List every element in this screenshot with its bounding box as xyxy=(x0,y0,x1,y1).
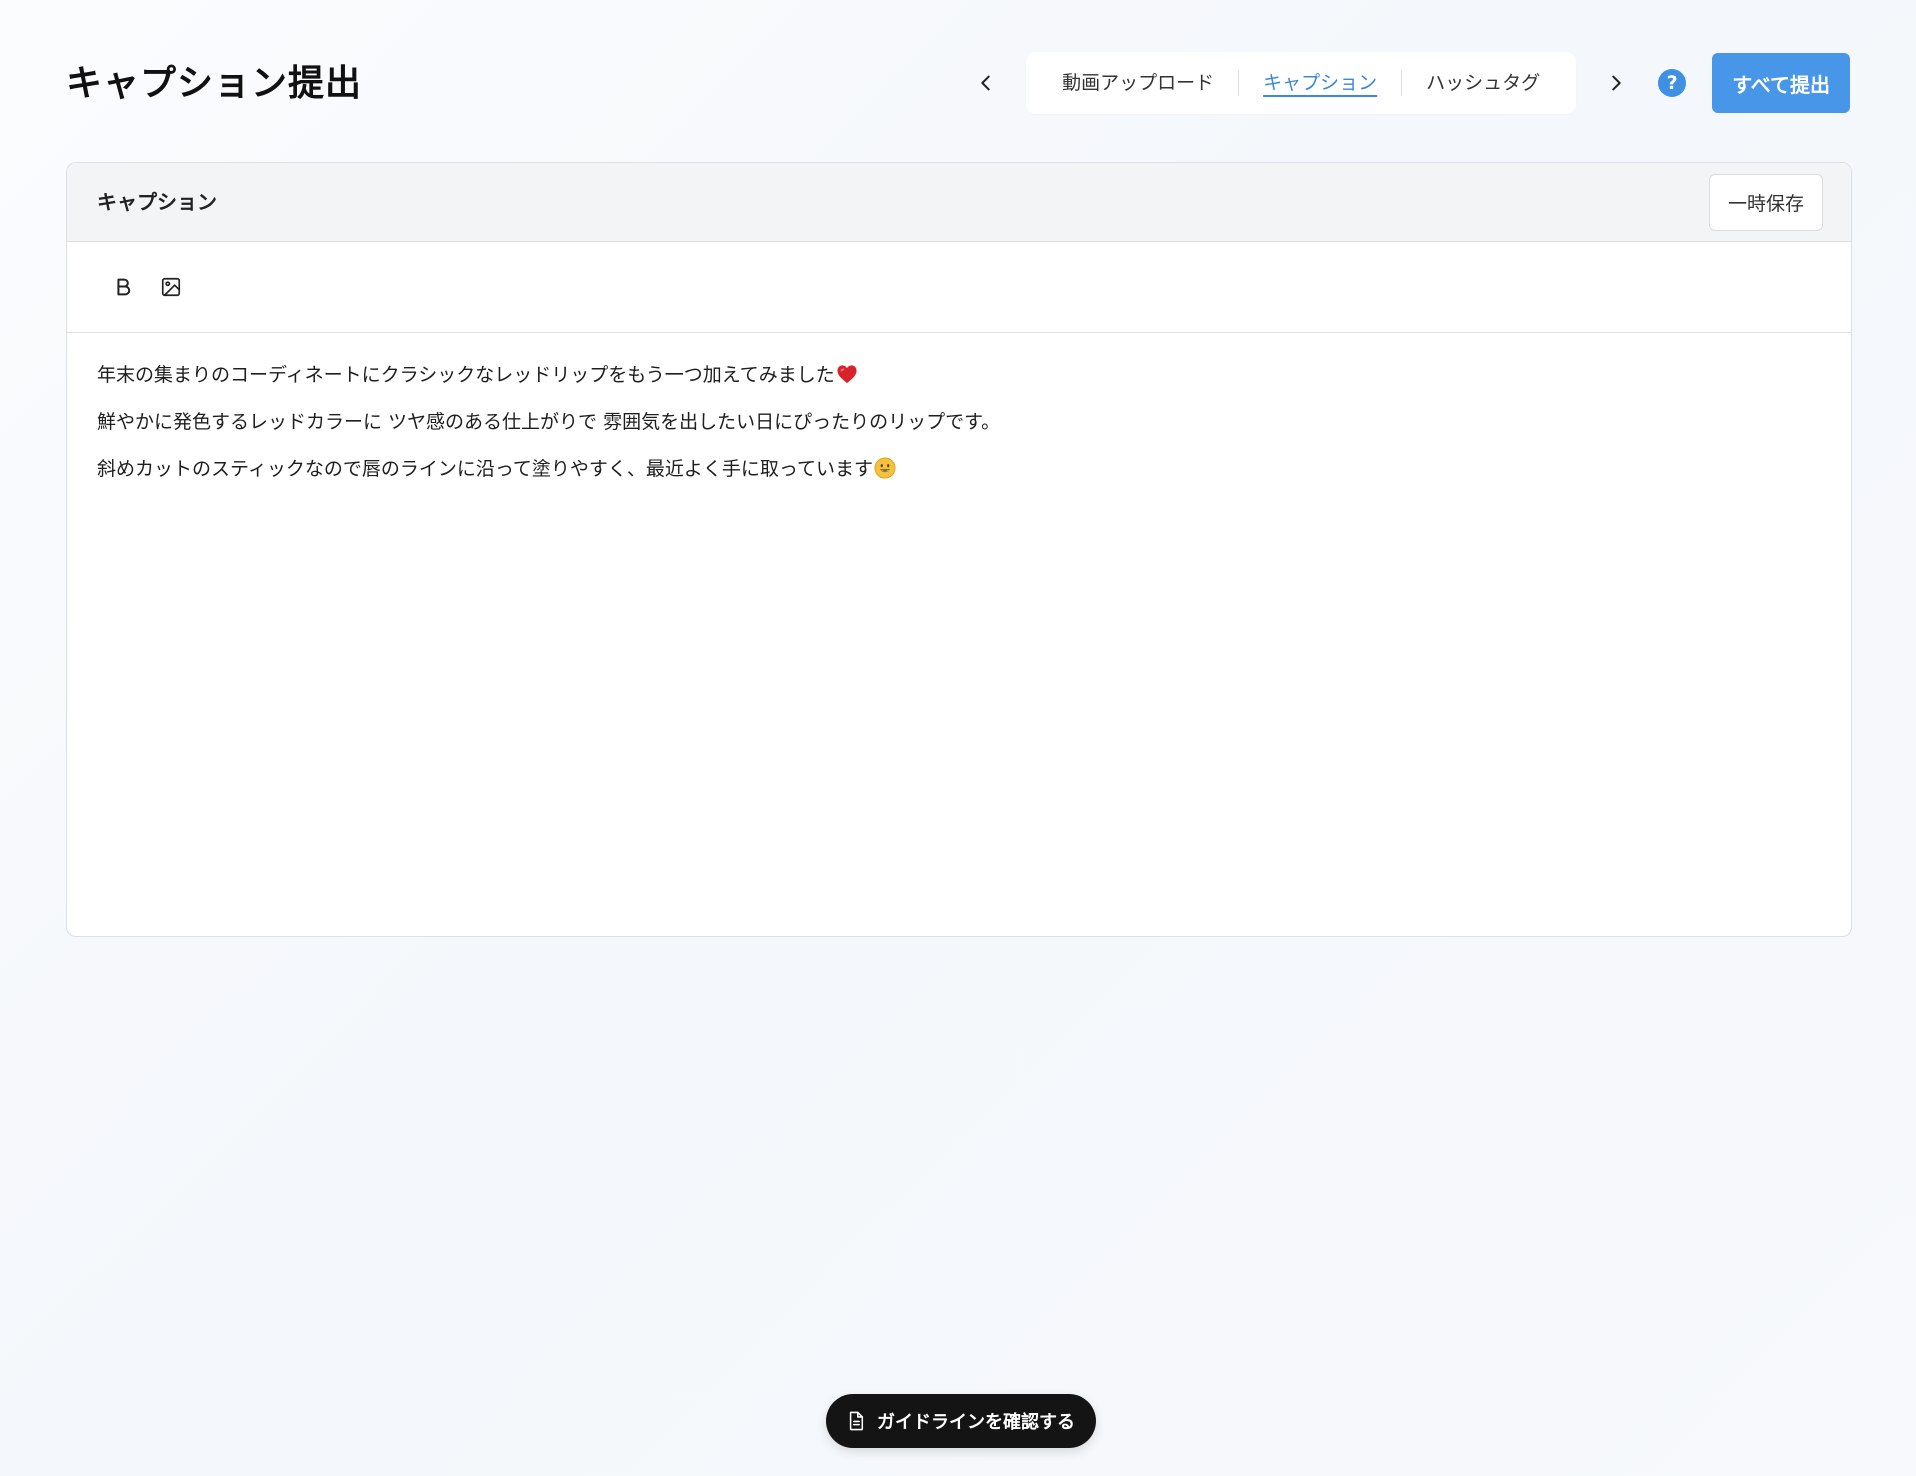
card-title: キャプション xyxy=(97,190,217,214)
heart-emoji-icon xyxy=(837,365,857,384)
guideline-label: ガイドラインを確認する xyxy=(877,1412,1075,1433)
caption-line: 斜めカットのスティックなので唇のラインに沿って塗りやすく、最近よく手に取っていま… xyxy=(97,455,1821,483)
bold-icon xyxy=(117,278,131,296)
caption-line-text: 鮮やかに発色するレッドカラーに ツヤ感のある仕上がりで 雰囲気を出したい日にぴっ… xyxy=(97,411,1001,433)
page-header: キャプション提出 動画アップロード キャプション ハッシュタグ ? すべて提出 xyxy=(66,52,1850,114)
caption-line: 年末の集まりのコーディネートにクラシックなレッドリップをもう一つ加えてみました xyxy=(97,361,1821,389)
caption-card: キャプション 一時保存 年末の集まりのコーディネートにクラシックなレッドリップを… xyxy=(66,162,1852,937)
step-tab-caption[interactable]: キャプション xyxy=(1239,68,1401,98)
page-title: キャプション提出 xyxy=(66,63,363,104)
step-tab-hashtag[interactable]: ハッシュタグ xyxy=(1402,68,1564,98)
chevron-left-icon xyxy=(981,75,990,91)
caption-editor[interactable]: 年末の集まりのコーディネートにクラシックなレッドリップをもう一つ加えてみました … xyxy=(67,333,1851,530)
prev-step-button[interactable] xyxy=(966,63,1006,103)
help-icon[interactable]: ? xyxy=(1658,69,1687,97)
card-header: キャプション 一時保存 xyxy=(67,163,1851,242)
save-draft-button[interactable]: 一時保存 xyxy=(1708,174,1823,231)
step-navigation: 動画アップロード キャプション ハッシュタグ ? すべて提出 xyxy=(966,52,1850,114)
step-tab-video-upload[interactable]: 動画アップロード xyxy=(1038,68,1238,98)
caption-line-text: 斜めカットのスティックなので唇のラインに沿って塗りやすく、最近よく手に取っていま… xyxy=(97,458,873,480)
submit-all-button[interactable]: すべて提出 xyxy=(1712,53,1850,113)
smile-emoji-icon xyxy=(874,457,896,479)
caption-line: 鮮やかに発色するレッドカラーに ツヤ感のある仕上がりで 雰囲気を出したい日にぴっ… xyxy=(97,408,1821,436)
image-icon xyxy=(161,277,181,297)
document-icon xyxy=(849,1411,864,1431)
guideline-button[interactable]: ガイドラインを確認する xyxy=(826,1394,1096,1448)
chevron-right-icon xyxy=(1612,75,1621,91)
step-tabs: 動画アップロード キャプション ハッシュタグ xyxy=(1026,52,1577,114)
caption-line-text: 年末の集まりのコーディネートにクラシックなレッドリップをもう一つ加えてみました xyxy=(97,364,835,386)
next-step-button[interactable] xyxy=(1596,63,1636,103)
insert-image-button[interactable] xyxy=(153,269,189,305)
bold-button[interactable] xyxy=(105,269,141,305)
editor-toolbar xyxy=(67,242,1851,333)
